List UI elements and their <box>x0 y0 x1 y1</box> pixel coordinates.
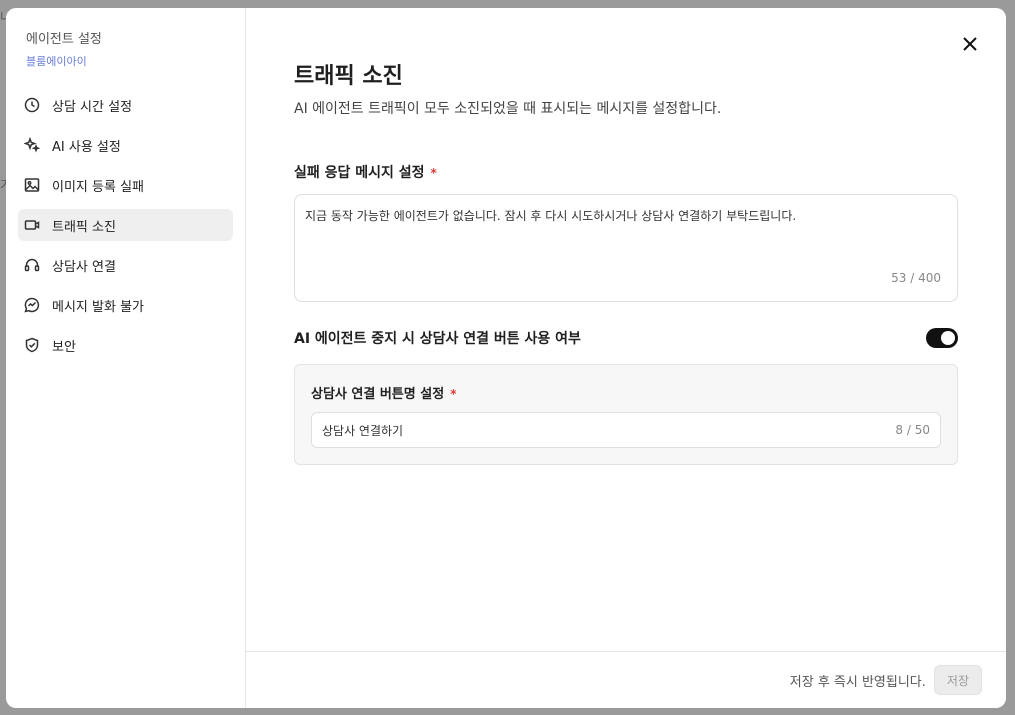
button-name-counter: 8 / 50 <box>895 423 930 437</box>
agent-connect-toggle-label: AI 에이전트 중지 시 상담사 연결 버튼 사용 여부 <box>294 331 581 347</box>
sidebar-item-message-unavailable[interactable]: 메시지 발화 불가 <box>18 289 233 321</box>
fail-message-label-row: 실패 응답 메시지 설정 * <box>294 162 958 182</box>
chat-icon <box>24 297 40 313</box>
fail-message-label: 실패 응답 메시지 설정 <box>294 165 425 181</box>
sidebar-item-label: 상담사 연결 <box>52 259 116 275</box>
save-note: 저장 후 즉시 반영됩니다. <box>789 674 926 690</box>
button-name-value: 상담사 연결하기 <box>322 423 404 438</box>
sidebar-item-label: 이미지 등록 실패 <box>52 179 144 195</box>
main-panel: 트래픽 소진 AI 에이전트 트래픽이 모두 소진되었을 때 표시되는 메시지를… <box>246 8 1006 708</box>
sidebar-item-security[interactable]: 보안 <box>18 329 233 361</box>
button-name-panel: 상담사 연결 버튼명 설정 * 상담사 연결하기 8 / 50 <box>294 364 958 465</box>
close-button[interactable] <box>960 34 980 54</box>
sidebar-item-traffic-exhausted[interactable]: 트래픽 소진 <box>18 209 233 241</box>
required-mark: * <box>450 387 457 401</box>
sidebar-subtitle: 블룸에이아이 <box>26 55 87 68</box>
sidebar-item-label: 상담 시간 설정 <box>52 99 133 115</box>
sidebar-item-agent-connect[interactable]: 상담사 연결 <box>18 249 233 281</box>
headset-icon <box>24 257 40 273</box>
sidebar-title: 에이전트 설정 <box>26 32 102 47</box>
page-title: 트래픽 소진 <box>294 64 403 89</box>
sidebar-item-label: 보안 <box>52 339 76 355</box>
footer: 저장 후 즉시 반영됩니다. 저장 <box>246 651 1006 708</box>
sidebar-item-image-upload-fail[interactable]: 이미지 등록 실패 <box>18 169 233 201</box>
button-name-label-row: 상담사 연결 버튼명 설정 * <box>311 383 941 402</box>
page-description: AI 에이전트 트래픽이 모두 소진되었을 때 표시되는 메시지를 설정합니다. <box>294 101 722 117</box>
clock-icon <box>24 97 40 113</box>
sidebar: 에이전트 설정 블룸에이아이 상담 시간 설정 AI 사용 설정 이미지 등록 … <box>6 8 246 708</box>
fail-message-counter: 53 / 400 <box>891 271 941 285</box>
required-mark: * <box>430 166 437 180</box>
image-icon <box>24 177 40 193</box>
sidebar-header: 에이전트 설정 블룸에이아이 <box>18 28 233 69</box>
sidebar-item-label: 트래픽 소진 <box>52 219 116 235</box>
sidebar-item-business-hours[interactable]: 상담 시간 설정 <box>18 89 233 121</box>
button-name-label: 상담사 연결 버튼명 설정 <box>311 387 445 402</box>
fail-message-text: 지금 동작 가능한 에이전트가 없습니다. 잠시 후 다시 시도하시거나 상담사… <box>305 209 797 223</box>
close-icon <box>963 37 977 51</box>
sidebar-item-label: 메시지 발화 불가 <box>52 299 144 315</box>
video-icon <box>24 217 40 233</box>
sidebar-item-ai-usage[interactable]: AI 사용 설정 <box>18 129 233 161</box>
sidebar-item-label: AI 사용 설정 <box>52 139 121 155</box>
agent-connect-toggle[interactable] <box>926 328 958 348</box>
shield-icon <box>24 337 40 353</box>
agent-connect-toggle-row: AI 에이전트 중지 시 상담사 연결 버튼 사용 여부 <box>294 328 958 348</box>
save-button[interactable]: 저장 <box>933 665 982 695</box>
sparkle-icon <box>24 137 40 153</box>
fail-message-textarea[interactable]: 지금 동작 가능한 에이전트가 없습니다. 잠시 후 다시 시도하시거나 상담사… <box>294 194 958 302</box>
settings-modal: 에이전트 설정 블룸에이아이 상담 시간 설정 AI 사용 설정 이미지 등록 … <box>6 8 1006 708</box>
button-name-input[interactable]: 상담사 연결하기 8 / 50 <box>311 412 941 448</box>
